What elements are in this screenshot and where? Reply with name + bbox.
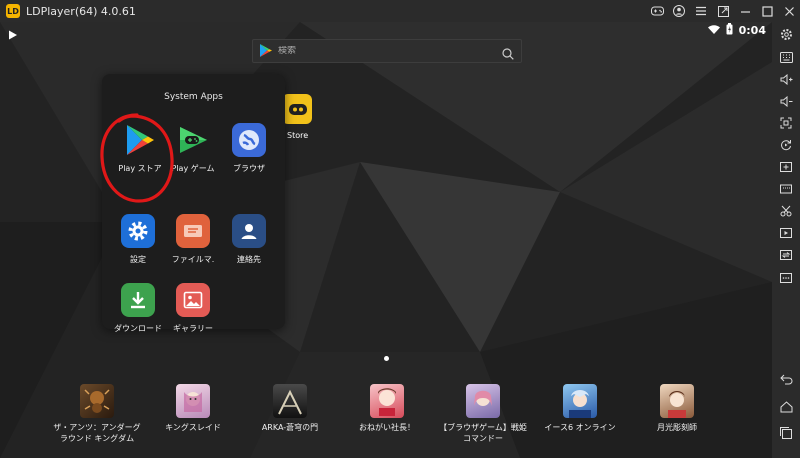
app-browser[interactable]: ブラウザ: [219, 123, 279, 174]
minimize-icon[interactable]: [734, 0, 756, 22]
app-play-store[interactable]: Play ストア: [110, 123, 170, 174]
home-icon[interactable]: [778, 399, 794, 415]
back-icon[interactable]: [778, 371, 794, 387]
app-download[interactable]: ダウンロード: [108, 283, 168, 334]
system-apps-folder: System Apps Play ストア Play ゲーム ブラウザ 設定 ファ…: [102, 74, 285, 333]
app-file-manager[interactable]: ファイルマ.: [163, 214, 223, 265]
game-ants-icon: [80, 384, 114, 418]
play-games-icon: [176, 123, 210, 157]
desktop-app-icon[interactable]: [282, 94, 312, 124]
user-icon[interactable]: [668, 0, 690, 22]
right-toolbar: [772, 22, 800, 458]
keyboard-icon[interactable]: [778, 49, 794, 65]
game-ys6-online-icon: [563, 384, 597, 418]
wifi-icon: [707, 24, 720, 37]
battery-icon: [726, 23, 733, 38]
dock-game-senki-commando[interactable]: 【ブラウザゲーム】戦姫 コマンドー: [433, 384, 533, 444]
close-icon[interactable]: [778, 0, 800, 22]
game-label-line1: ザ・アンツ：アンダーグ: [53, 423, 141, 432]
maximize-icon[interactable]: [756, 0, 778, 22]
gallery-icon: [176, 283, 210, 317]
folder-title: System Apps: [164, 92, 223, 102]
ldplayer-logo-icon: LD: [6, 4, 20, 18]
recent-apps-icon[interactable]: [778, 425, 794, 441]
volume-up-icon[interactable]: [778, 71, 794, 87]
play-store-icon: [260, 42, 272, 61]
play-store-icon: [123, 123, 157, 157]
menu-icon[interactable]: [690, 0, 712, 22]
app-label: Play ストア: [118, 164, 162, 173]
clock-time: 0:04: [738, 24, 766, 37]
external-window-icon[interactable]: [712, 0, 734, 22]
dock-game-onegai-shachou[interactable]: おねがい社長！: [337, 384, 437, 433]
dock-game-moonlight-sculptor[interactable]: 月光彫刻師: [627, 384, 727, 433]
dock-game-ants[interactable]: ザ・アンツ：アンダーグ ラウンド キングダム: [47, 384, 147, 444]
scissors-icon[interactable]: [778, 203, 794, 219]
app-label: ファイルマ.: [171, 255, 215, 264]
file-manager-icon: [176, 214, 210, 248]
settings-icon: [121, 214, 155, 248]
title-bar: LD LDPlayer(64) 4.0.61: [0, 0, 800, 22]
app-label: 連絡先: [237, 255, 261, 264]
game-moonlight-sculptor-icon: [660, 384, 694, 418]
android-screen: 0:04 Store System Apps: [0, 22, 772, 458]
game-label-line1: 【ブラウザゲーム】戦姫: [439, 423, 527, 432]
app-label: Play ゲーム: [171, 164, 215, 173]
game-onegai-shachou-icon: [370, 384, 404, 418]
more-icon[interactable]: [778, 270, 794, 286]
game-arka-icon: [273, 384, 307, 418]
game-label-line2: ラウンド キングダム: [59, 434, 135, 443]
app-play-games[interactable]: Play ゲーム: [163, 123, 223, 174]
app-label: ダウンロード: [114, 324, 162, 333]
search-input[interactable]: [278, 46, 498, 56]
app-label: ブラウザ: [233, 164, 265, 173]
dock-game-ys6-online[interactable]: イース6 オンライン: [530, 384, 630, 433]
sync-icon[interactable]: [778, 247, 794, 263]
app-contacts[interactable]: 連絡先: [219, 214, 279, 265]
download-icon: [121, 283, 155, 317]
contacts-icon: [232, 214, 266, 248]
app-label: 設定: [130, 255, 146, 264]
status-bar: 0:04: [0, 22, 772, 40]
game-label-line1: 月光彫刻師: [657, 423, 697, 432]
game-label-line1: おねがい社長！: [359, 423, 415, 432]
dock-game-kings-raid[interactable]: キングスレイド: [143, 384, 243, 433]
page-indicator: [384, 356, 389, 361]
gamepad-icon[interactable]: [646, 0, 668, 22]
fullscreen-icon[interactable]: [778, 115, 794, 131]
game-senki-commando-icon: [466, 384, 500, 418]
game-kings-raid-icon: [176, 384, 210, 418]
browser-icon: [232, 123, 266, 157]
game-label-line1: イース6 オンライン: [544, 423, 616, 432]
rotate-icon[interactable]: [778, 137, 794, 153]
game-label-line2: コマンドー: [463, 434, 503, 443]
search-bar[interactable]: [252, 39, 522, 63]
record-icon[interactable]: [778, 225, 794, 241]
dock-game-arka[interactable]: ARKA-蒼穹の門: [240, 384, 340, 433]
window-title: LDPlayer(64) 4.0.61: [26, 4, 136, 18]
app-settings[interactable]: 設定: [108, 214, 168, 265]
screenshot-icon[interactable]: [778, 181, 794, 197]
ldplayer-window: LD LDPlayer(64) 4.0.61 0:04 検索 Store Sys…: [0, 0, 800, 458]
search-icon[interactable]: [502, 45, 514, 64]
app-gallery[interactable]: ギャラリー: [163, 283, 223, 334]
desktop-app-label: Store: [287, 131, 309, 140]
volume-down-icon[interactable]: [778, 93, 794, 109]
play-store-notification-icon: [8, 25, 18, 44]
game-label-line1: ARKA-蒼穹の門: [261, 423, 319, 432]
app-label: ギャラリー: [173, 324, 213, 333]
settings-gear-icon[interactable]: [778, 26, 794, 42]
add-apk-icon[interactable]: [778, 159, 794, 175]
game-label-line1: キングスレイド: [165, 423, 221, 432]
